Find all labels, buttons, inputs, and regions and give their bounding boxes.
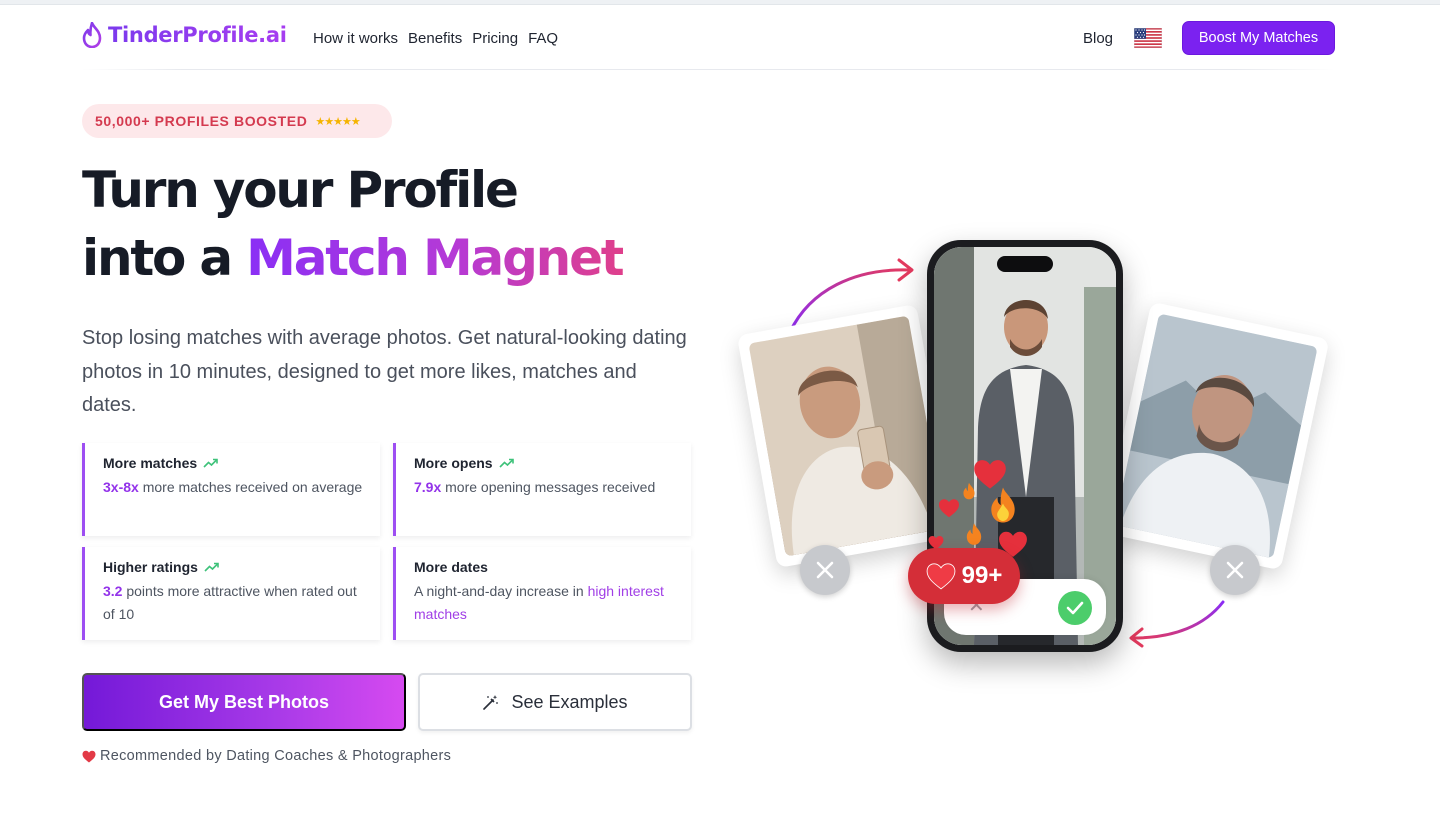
feature-card-more-dates: More dates A night-and-day increase in h… (393, 547, 691, 640)
top-navigation: TinderProfile.ai How it works Benefits P… (82, 20, 1335, 58)
recommended-text: Recommended by Dating Coaches & Photogra… (100, 748, 452, 764)
nav-link-how-it-works[interactable]: How it works (313, 30, 398, 47)
feature-highlight: 3x-8x (103, 479, 139, 495)
nav-links: How it works Benefits Pricing FAQ (313, 30, 558, 47)
fire-icon (963, 482, 975, 500)
feature-text: points more attractive when rated out of… (103, 583, 357, 622)
hero-title-line1: Turn your Profile (82, 161, 519, 219)
man-selfie-photo (748, 315, 946, 557)
trend-up-icon (203, 458, 218, 468)
feature-card-more-matches: More matches 3x-8x more matches received… (82, 443, 380, 536)
hero-title-line2-prefix: into a (82, 229, 247, 287)
get-my-best-photos-button[interactable]: Get My Best Photos (82, 673, 406, 731)
see-examples-label: See Examples (511, 691, 628, 712)
feature-text: more opening messages received (441, 479, 656, 495)
rating-stars: ★★★★★ (315, 115, 360, 128)
flame-logo-icon (82, 22, 102, 48)
feature-title: More dates (414, 559, 488, 575)
feature-highlight: 3.2 (103, 583, 123, 599)
nav-link-benefits[interactable]: Benefits (408, 30, 462, 47)
close-icon (816, 561, 834, 579)
feature-text: A night-and-day increase in (414, 583, 588, 599)
browser-top-edge (0, 0, 1440, 5)
curved-arrow-bottom (1129, 600, 1225, 648)
hero-title-highlight: Match Magnet (246, 229, 625, 287)
dislike-button-left[interactable] (800, 545, 850, 595)
fire-icon (966, 523, 982, 545)
match-count-badge: 99+ (908, 548, 1020, 604)
profile-photo-right (1102, 301, 1330, 571)
nav-link-pricing[interactable]: Pricing (472, 30, 518, 47)
feature-text: more matches received on average (138, 479, 363, 495)
dislike-button-right[interactable] (1210, 545, 1260, 595)
nav-link-faq[interactable]: FAQ (528, 30, 558, 47)
badge-text: 50,000+ PROFILES BOOSTED (95, 113, 308, 129)
fire-icon (991, 487, 1015, 523)
feature-highlight: 7.9x (414, 479, 442, 495)
feature-card-higher-ratings: Higher ratings 3.2 points more attractiv… (82, 547, 380, 640)
heart-icon (939, 499, 959, 518)
dynamic-island (997, 256, 1053, 272)
trend-up-icon (499, 458, 514, 468)
hero-title: Turn your Profile into a Match Magnet (82, 156, 625, 292)
boost-my-matches-button[interactable]: Boost My Matches (1182, 21, 1335, 55)
nav-link-blog[interactable]: Blog (1083, 30, 1113, 47)
heart-icon (82, 750, 96, 762)
feature-title: More opens (414, 455, 493, 471)
nav-divider (82, 69, 1335, 70)
recommended-note: Recommended by Dating Coaches & Photogra… (82, 748, 451, 764)
profiles-boosted-badge: 50,000+ PROFILES BOOSTED ★★★★★ (82, 104, 392, 138)
hero-visual: ✕ 99+ (736, 230, 1330, 670)
check-icon (1066, 601, 1084, 615)
close-icon (1226, 561, 1244, 579)
man-outdoor-photo (1114, 313, 1318, 559)
feature-title: Higher ratings (103, 559, 198, 575)
see-examples-button[interactable]: See Examples (418, 673, 692, 731)
like-button[interactable] (1058, 591, 1092, 625)
us-flag-icon[interactable] (1134, 28, 1162, 48)
trend-up-icon (204, 562, 219, 572)
match-count: 99+ (961, 562, 1003, 589)
feature-title: More matches (103, 455, 198, 471)
magic-wand-icon (483, 694, 499, 710)
hero-subtitle: Stop losing matches with average photos.… (82, 327, 687, 416)
profile-photo-left (736, 303, 958, 569)
logo-text: TinderProfile.ai (108, 23, 287, 47)
heart-icon (926, 563, 955, 590)
feature-card-more-opens: More opens 7.9x more opening messages re… (393, 443, 691, 536)
logo[interactable]: TinderProfile.ai (82, 22, 287, 48)
